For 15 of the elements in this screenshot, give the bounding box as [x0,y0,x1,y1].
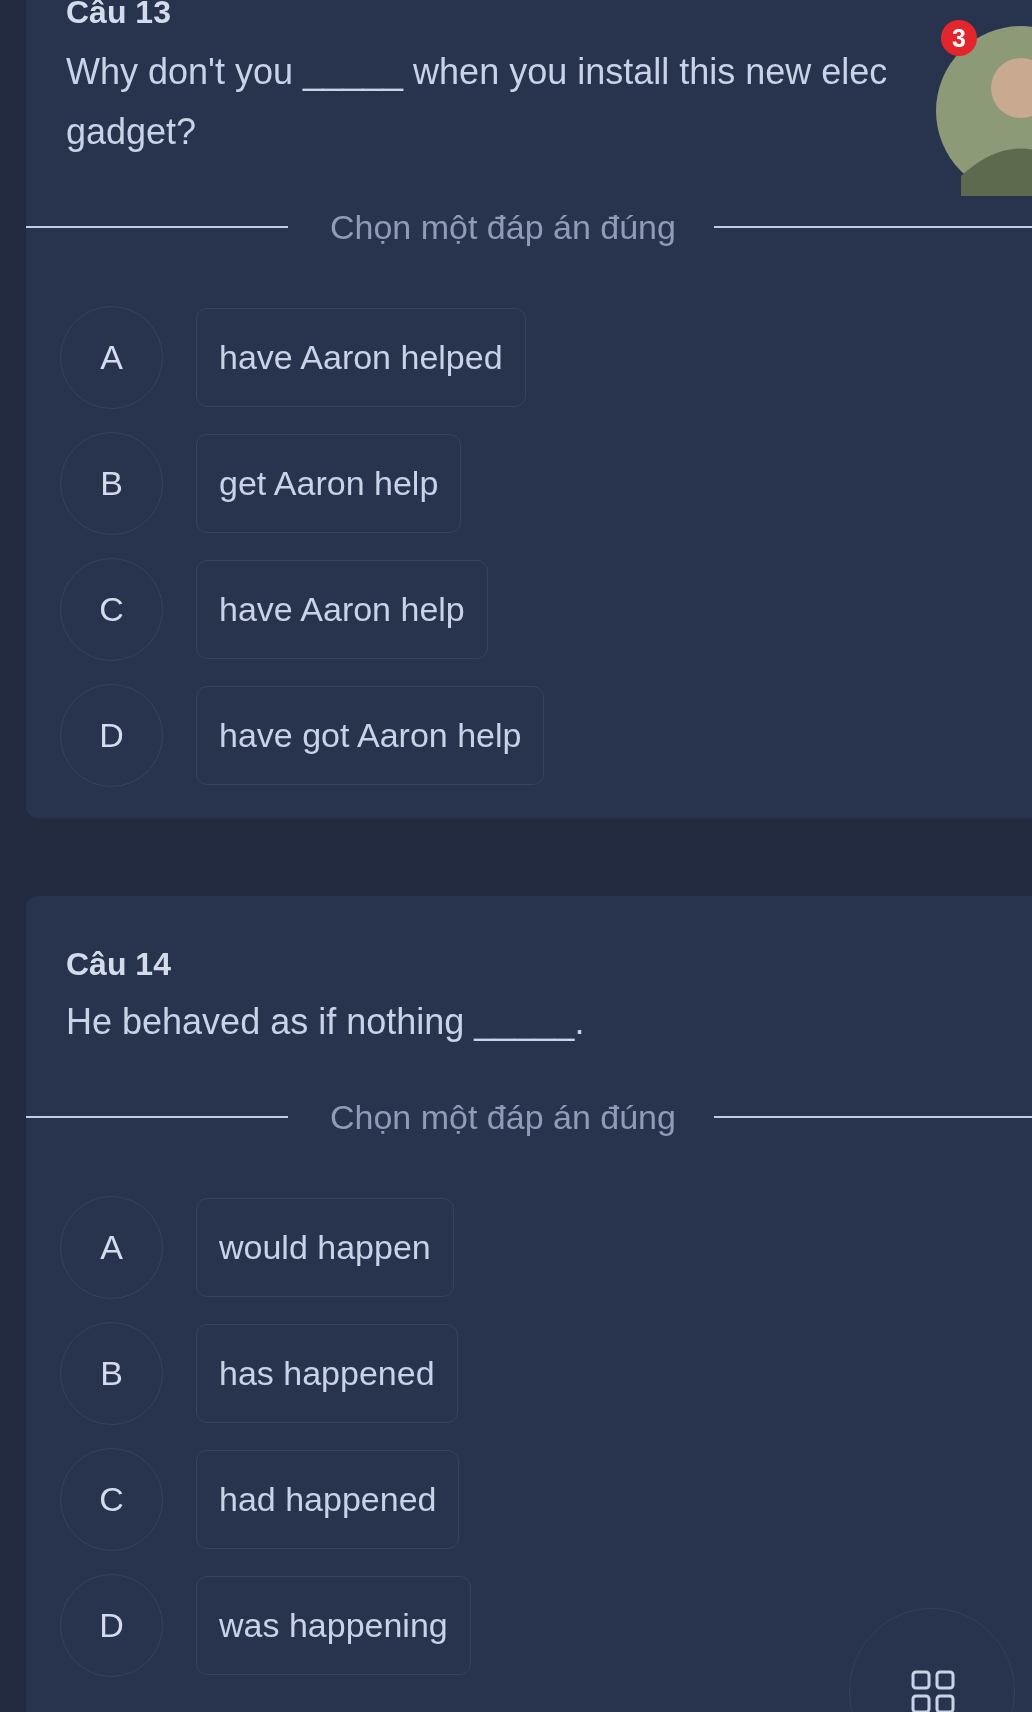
answer-option[interactable]: had happened [196,1450,460,1549]
answer-option[interactable]: have got Aaron help [196,686,545,785]
instruction-text: Chọn một đáp án đúng [329,207,677,247]
answer-option[interactable]: have Aaron helped [196,308,526,407]
question-text: He behaved as if nothing _____. [66,1000,585,1044]
question-text: Why don't you _____ when you install this new elec [66,50,888,94]
answer-option[interactable]: would happen [196,1198,454,1297]
instruction-text: Chọn một đáp án đúng [329,1097,677,1137]
answer-option[interactable]: have Aaron help [196,560,488,659]
question-text: gadget? [66,110,197,154]
answer-option[interactable]: was happening [196,1576,471,1675]
answer-option[interactable]: get Aaron help [196,434,462,533]
answer-option[interactable]: has happened [196,1324,458,1423]
grid-icon [911,1670,955,1712]
question-number: Câu 14 [66,945,171,984]
